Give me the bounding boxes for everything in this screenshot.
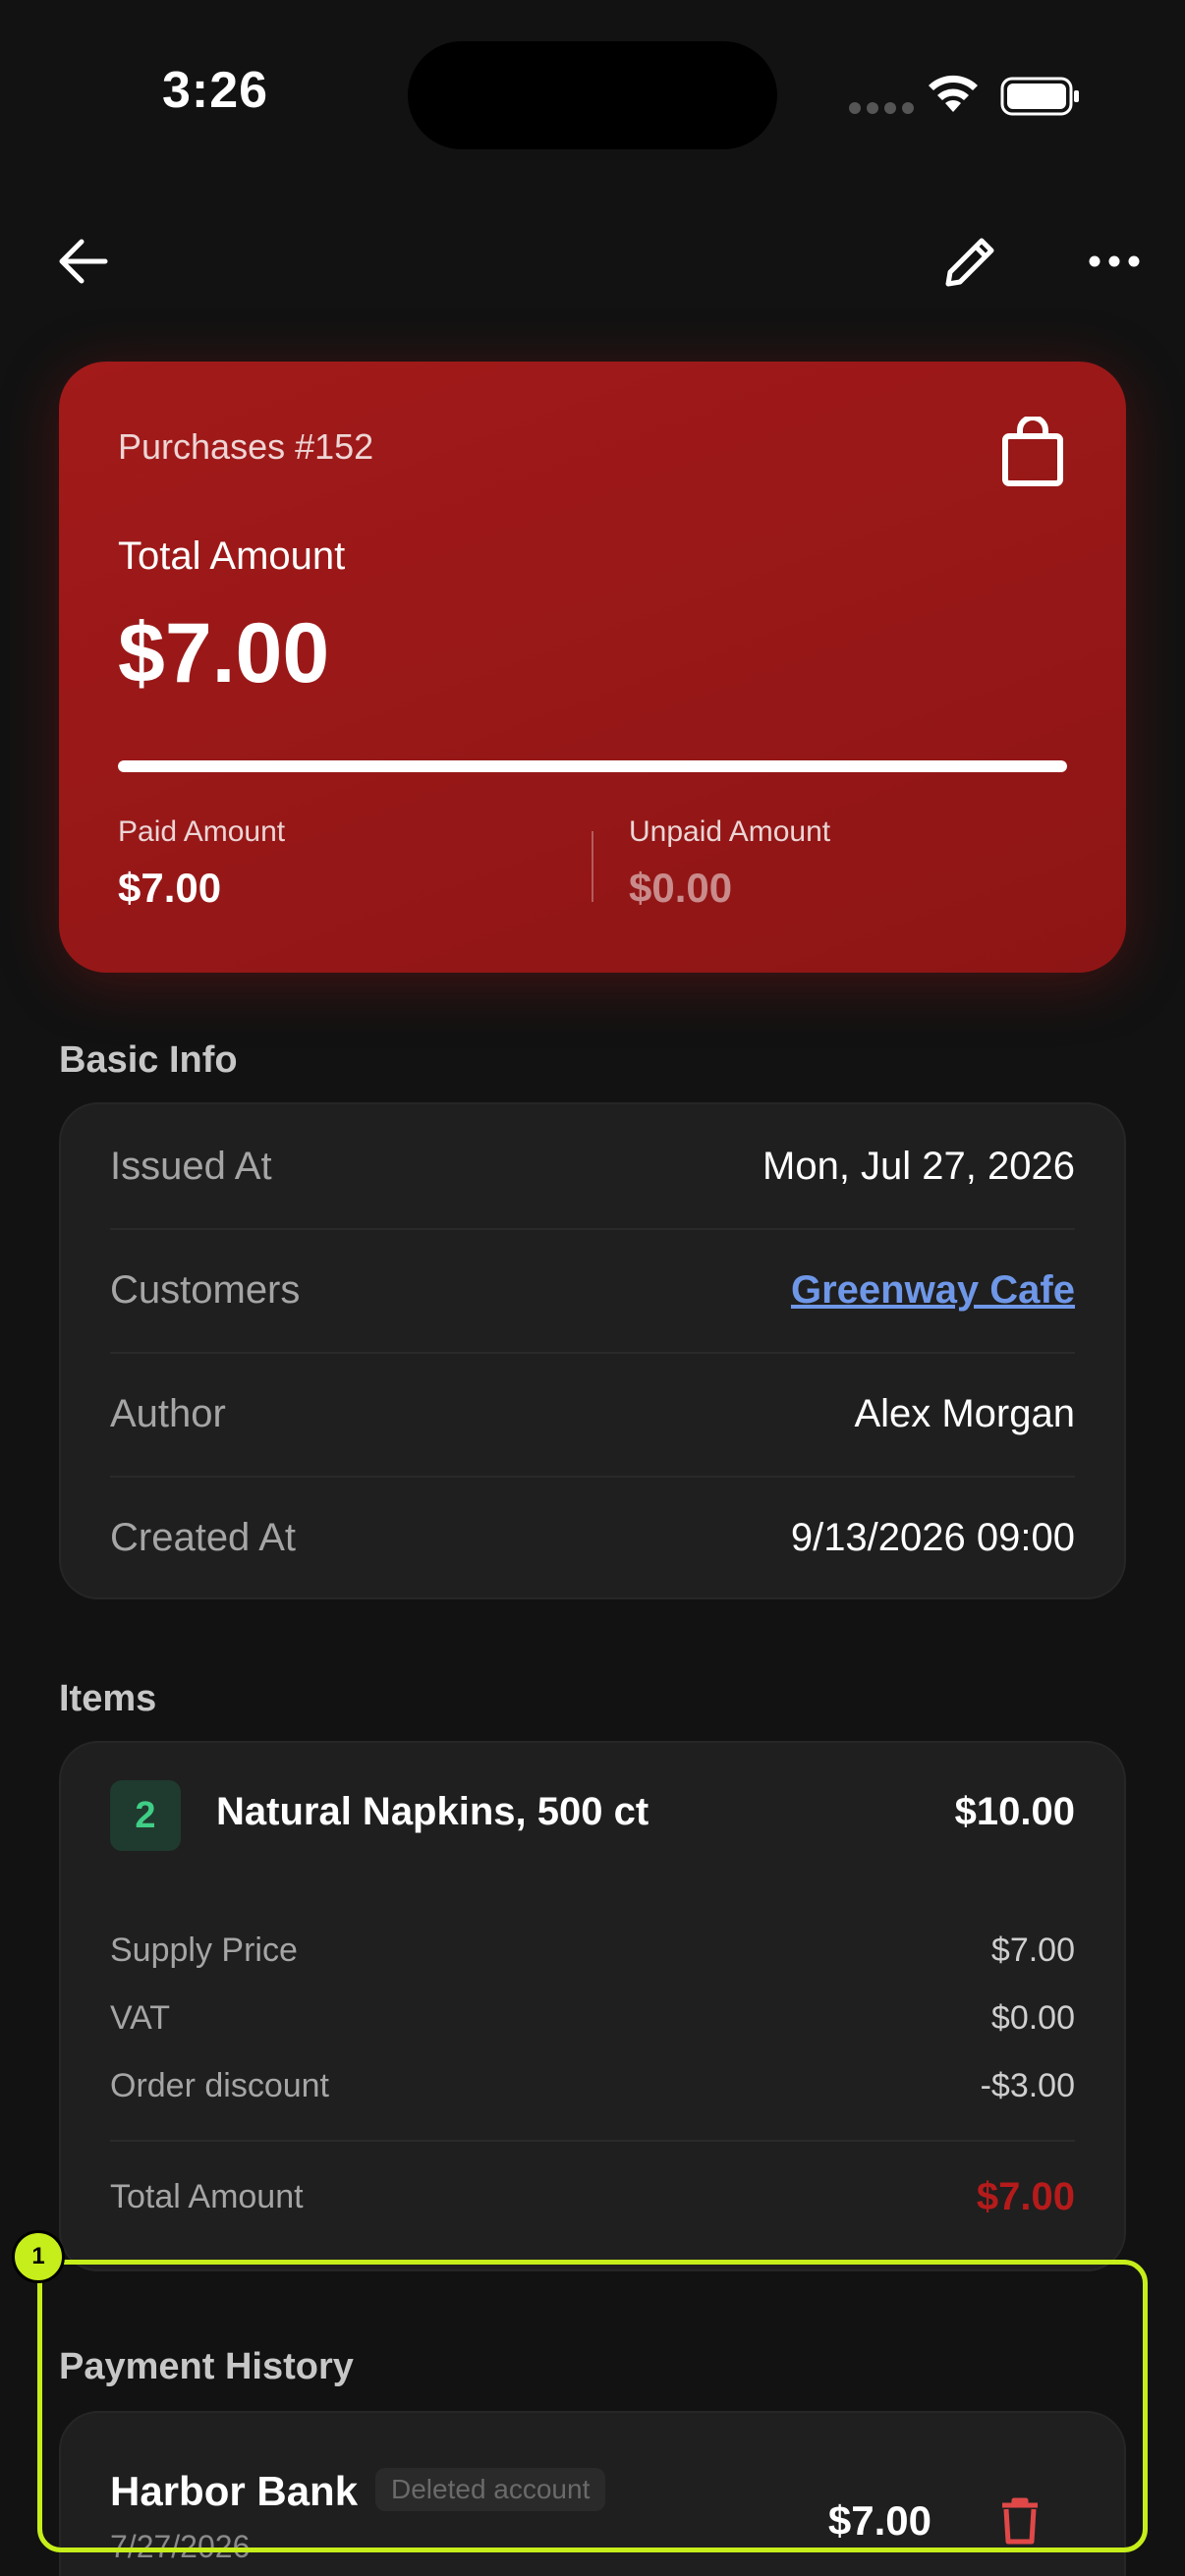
info-row-customers: Customers Greenway Cafe bbox=[110, 1228, 1075, 1352]
signal-icon bbox=[849, 102, 914, 114]
item-total-value: $7.00 bbox=[976, 2175, 1075, 2218]
battery-icon bbox=[1000, 77, 1079, 116]
more-button[interactable] bbox=[1077, 224, 1152, 299]
breakdown-label: VAT bbox=[110, 1999, 171, 2037]
info-value: 9/13/2026 09:00 bbox=[790, 1515, 1075, 1559]
item-quantity-badge: 2 bbox=[110, 1780, 181, 1851]
info-label: Customers bbox=[110, 1267, 301, 1312]
item-name: Natural Napkins, 500 ct bbox=[216, 1790, 649, 1833]
breakdown-vat: VAT $0.00 bbox=[110, 1999, 1075, 2038]
payment-history-title: Payment History bbox=[59, 2346, 354, 2387]
delete-payment-button[interactable] bbox=[992, 2490, 1047, 2552]
deleted-account-badge: Deleted account bbox=[375, 2468, 606, 2511]
wifi-icon bbox=[929, 75, 978, 112]
customer-link[interactable]: Greenway Cafe bbox=[791, 1268, 1075, 1313]
total-amount-value: $7.00 bbox=[118, 606, 330, 700]
basic-info-card: Issued At Mon, Jul 27, 2026 Customers Gr… bbox=[59, 1102, 1126, 1599]
shopping-bag-icon bbox=[1002, 417, 1063, 486]
status-time: 3:26 bbox=[162, 62, 269, 119]
items-title: Items bbox=[59, 1678, 157, 1719]
info-row-author: Author Alex Morgan bbox=[110, 1352, 1075, 1476]
divider bbox=[592, 831, 593, 902]
breakdown-value: $0.00 bbox=[990, 1999, 1075, 2037]
info-row-created-at: Created At 9/13/2026 09:00 bbox=[110, 1476, 1075, 1599]
item-price: $10.00 bbox=[954, 1790, 1075, 1833]
unpaid-amount-value: $0.00 bbox=[629, 865, 733, 911]
breakdown-value: -$3.00 bbox=[980, 2067, 1075, 2104]
info-value: Alex Morgan bbox=[854, 1391, 1075, 1435]
status-bar: 3:26 bbox=[0, 0, 1185, 196]
breakdown-label: Order discount bbox=[110, 2067, 329, 2104]
paid-amount-value: $7.00 bbox=[118, 865, 222, 911]
total-amount-label: Total Amount bbox=[118, 534, 346, 578]
basic-info-title: Basic Info bbox=[59, 1039, 238, 1081]
purchase-summary-card: Purchases #152 Total Amount $7.00 Paid A… bbox=[59, 362, 1126, 973]
item-total-row: Total Amount $7.00 bbox=[110, 2175, 1075, 2219]
more-horizontal-icon bbox=[1089, 255, 1140, 267]
info-label: Author bbox=[110, 1391, 226, 1435]
payment-progress-fill bbox=[118, 760, 1067, 772]
back-button[interactable] bbox=[45, 224, 120, 299]
paid-amount-label: Paid Amount bbox=[118, 815, 286, 848]
item-card[interactable]: 2 Natural Napkins, 500 ct $10.00 Supply … bbox=[59, 1741, 1126, 2271]
info-label: Created At bbox=[110, 1515, 297, 1559]
arrow-left-icon bbox=[59, 239, 108, 284]
breakdown-label: Supply Price bbox=[110, 1932, 298, 1969]
trash-icon bbox=[1002, 2497, 1038, 2545]
payment-amount: $7.00 bbox=[827, 2497, 931, 2544]
breakdown-supply-price: Supply Price $7.00 bbox=[110, 1932, 1075, 1970]
pencil-icon bbox=[945, 238, 994, 287]
payment-date: 7/27/2026 bbox=[110, 2529, 251, 2564]
item-total-label: Total Amount bbox=[110, 2178, 304, 2215]
payment-card[interactable]: Harbor Bank Deleted account 7/27/2026 $7… bbox=[59, 2411, 1126, 2576]
purchase-number: Purchases #152 bbox=[118, 426, 374, 467]
payment-account-name: Harbor Bank bbox=[110, 2468, 359, 2514]
breakdown-order-discount: Order discount -$3.00 bbox=[110, 2067, 1075, 2105]
info-label: Issued At bbox=[110, 1144, 272, 1188]
edit-button[interactable] bbox=[933, 224, 1008, 299]
info-row-issued-at: Issued At Mon, Jul 27, 2026 bbox=[110, 1104, 1075, 1228]
annotation-badge: 1 bbox=[12, 2230, 65, 2283]
row-divider bbox=[110, 2140, 1075, 2142]
unpaid-amount-label: Unpaid Amount bbox=[629, 815, 831, 848]
info-value: Mon, Jul 27, 2026 bbox=[762, 1144, 1075, 1188]
dynamic-island bbox=[408, 41, 777, 149]
payment-progress-bar bbox=[118, 760, 1067, 772]
breakdown-value: $7.00 bbox=[990, 1932, 1075, 1969]
